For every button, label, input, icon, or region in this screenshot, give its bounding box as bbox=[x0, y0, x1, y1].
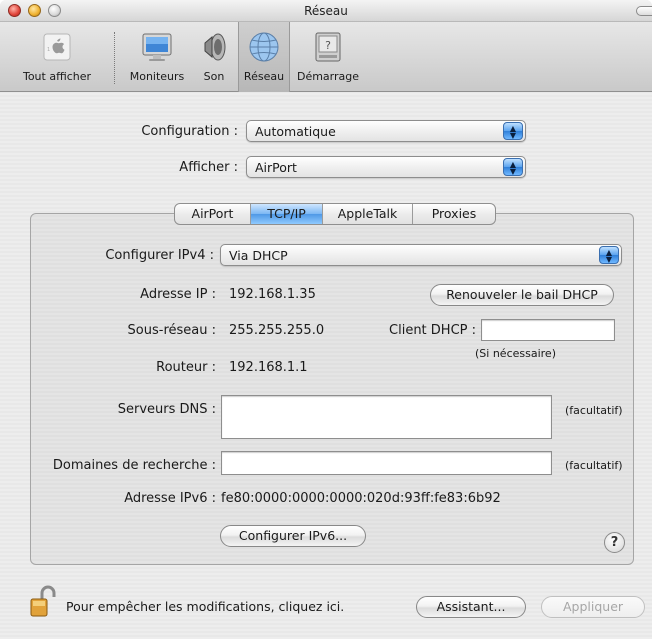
configuration-popup[interactable]: Automatique ▲ ▼ bbox=[246, 120, 526, 142]
toolbar-item-network[interactable]: Réseau bbox=[238, 22, 290, 92]
subnet-value: 255.255.255.0 bbox=[229, 323, 325, 338]
afficher-value: AirPort bbox=[255, 160, 297, 175]
tab-airport[interactable]: AirPort bbox=[175, 204, 251, 224]
toolbar-separator bbox=[114, 32, 115, 84]
apply-button[interactable]: Appliquer bbox=[541, 596, 645, 618]
lock-icon[interactable] bbox=[30, 584, 56, 618]
toolbar-label: Démarrage bbox=[296, 70, 360, 83]
dns-optional-note: (facultatif) bbox=[565, 404, 623, 417]
tab-bar: AirPort TCP/IP AppleTalk Proxies bbox=[174, 203, 496, 225]
router-label: Routeur : bbox=[156, 360, 216, 375]
toolbar-label: Réseau bbox=[243, 70, 285, 83]
ip-address-value: 192.168.1.35 bbox=[229, 287, 316, 302]
toolbar-toggle-button[interactable] bbox=[636, 6, 652, 16]
window-title: Réseau bbox=[304, 4, 348, 18]
lock-message: Pour empêcher les modifications, cliquez… bbox=[66, 599, 345, 614]
toolbar-item-startup[interactable]: ? Démarrage bbox=[292, 22, 364, 92]
toolbar-item-sound[interactable]: Son bbox=[194, 22, 234, 92]
afficher-label: Afficher : bbox=[179, 160, 238, 175]
network-globe-icon bbox=[247, 30, 281, 64]
apple-grid-icon: 1 bbox=[40, 30, 74, 64]
configure-ipv4-label: Configurer IPv4 : bbox=[105, 248, 214, 263]
monitor-icon bbox=[140, 30, 174, 64]
tab-appletalk[interactable]: AppleTalk bbox=[323, 204, 413, 224]
speaker-icon bbox=[197, 30, 231, 64]
tab-proxies[interactable]: Proxies bbox=[413, 204, 495, 224]
popup-arrows-icon: ▲ ▼ bbox=[599, 246, 619, 264]
toolbar-label: Son bbox=[203, 70, 225, 83]
dns-servers-label: Serveurs DNS : bbox=[117, 402, 216, 417]
svg-text:1: 1 bbox=[47, 47, 50, 53]
configure-ipv4-popup[interactable]: Via DHCP ▲ ▼ bbox=[220, 244, 622, 266]
ipv6-address-value: fe80:0000:0000:0000:020d:93ff:fe83:6b92 bbox=[221, 491, 501, 506]
assistant-button[interactable]: Assistant... bbox=[416, 596, 526, 618]
popup-arrows-icon: ▲ ▼ bbox=[503, 122, 523, 140]
toolbar: 1 Tout afficher Moniteurs Son Réseau ? D… bbox=[0, 22, 652, 92]
configuration-label: Configuration : bbox=[141, 124, 238, 139]
search-optional-note: (facultatif) bbox=[565, 459, 623, 472]
configuration-value: Automatique bbox=[255, 124, 336, 139]
svg-text:?: ? bbox=[325, 39, 331, 52]
ipv6-address-label: Adresse IPv6 : bbox=[124, 491, 216, 506]
popup-arrows-icon: ▲ ▼ bbox=[503, 158, 523, 176]
dns-servers-field[interactable] bbox=[221, 395, 552, 439]
toolbar-item-monitors[interactable]: Moniteurs bbox=[122, 22, 192, 92]
dhcp-client-label: Client DHCP : bbox=[389, 323, 476, 338]
tab-tcpip[interactable]: TCP/IP bbox=[251, 204, 323, 224]
dhcp-client-field[interactable] bbox=[481, 319, 615, 341]
toolbar-label: Tout afficher bbox=[22, 70, 92, 83]
renew-dhcp-button[interactable]: Renouveler le bail DHCP bbox=[430, 284, 614, 306]
configure-ipv6-button[interactable]: Configurer IPv6... bbox=[220, 525, 366, 547]
help-button[interactable]: ? bbox=[604, 532, 625, 553]
title-bar: Réseau bbox=[0, 0, 652, 22]
search-domains-field[interactable] bbox=[221, 451, 552, 475]
subnet-label: Sous-réseau : bbox=[127, 323, 216, 338]
configure-ipv4-value: Via DHCP bbox=[229, 248, 288, 263]
afficher-popup[interactable]: AirPort ▲ ▼ bbox=[246, 156, 526, 178]
router-value: 192.168.1.1 bbox=[229, 360, 308, 375]
toolbar-item-show-all[interactable]: 1 Tout afficher bbox=[8, 22, 106, 92]
dhcp-client-hint: (Si nécessaire) bbox=[475, 347, 556, 360]
system-preferences-window: Réseau 1 Tout afficher Moniteurs Son Rés… bbox=[0, 0, 652, 639]
toolbar-label: Moniteurs bbox=[129, 70, 185, 83]
ip-address-label: Adresse IP : bbox=[140, 287, 216, 302]
startup-disk-icon: ? bbox=[311, 30, 345, 64]
search-domains-label: Domaines de recherche : bbox=[52, 458, 216, 473]
